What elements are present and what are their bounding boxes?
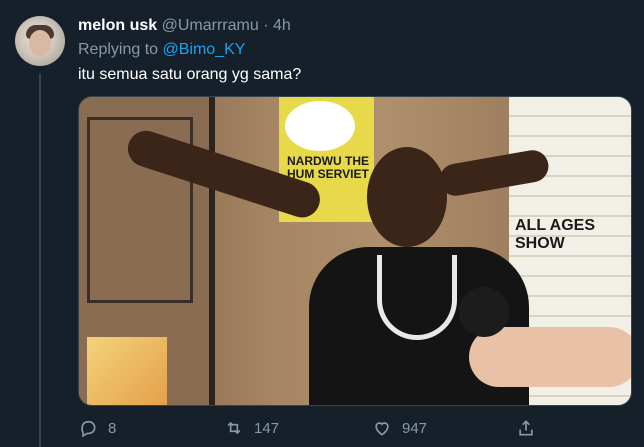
reply-count: 8 bbox=[108, 419, 117, 437]
reply-icon bbox=[81, 420, 96, 438]
thread-line bbox=[39, 74, 41, 447]
heart-icon bbox=[375, 422, 389, 436]
media-sticker bbox=[87, 337, 167, 405]
reply-button[interactable]: 8 bbox=[78, 418, 116, 438]
avatar[interactable] bbox=[15, 16, 65, 66]
replying-to-mention[interactable]: @Bimo_KY bbox=[163, 41, 246, 58]
media-person-head bbox=[367, 147, 447, 247]
tweet-header: melon usk @Umarrramu · 4h bbox=[78, 16, 291, 36]
tweet-text: itu semua satu orang yg sama? bbox=[78, 66, 302, 83]
like-button[interactable]: 947 bbox=[372, 418, 427, 438]
display-name[interactable]: melon usk bbox=[78, 17, 157, 34]
replying-to-label: Replying to bbox=[78, 41, 159, 58]
timestamp[interactable]: 4h bbox=[273, 17, 291, 34]
tweet-media-image[interactable]: NARDWU THE HUM SERVIET ALL AGES SHOW bbox=[78, 96, 632, 406]
share-icon bbox=[519, 420, 533, 436]
like-count: 947 bbox=[402, 419, 428, 437]
header-separator: · bbox=[263, 17, 269, 34]
share-button[interactable] bbox=[516, 418, 546, 438]
media-person-chain bbox=[377, 255, 457, 340]
media-microphone bbox=[459, 287, 509, 337]
retweet-button[interactable]: 147 bbox=[224, 418, 279, 438]
media-person-right-arm bbox=[437, 147, 551, 199]
user-handle[interactable]: @Umarrramu bbox=[162, 17, 259, 34]
media-interviewer-hand bbox=[469, 327, 631, 387]
tweet-actions: 8 147 947 bbox=[78, 418, 630, 442]
avatar-face bbox=[29, 30, 51, 56]
tweet[interactable]: melon usk @Umarrramu · 4h Replying to @B… bbox=[0, 0, 644, 447]
replying-to: Replying to @Bimo_KY bbox=[78, 40, 245, 60]
retweet-count: 147 bbox=[254, 419, 280, 437]
retweet-icon bbox=[227, 421, 241, 435]
